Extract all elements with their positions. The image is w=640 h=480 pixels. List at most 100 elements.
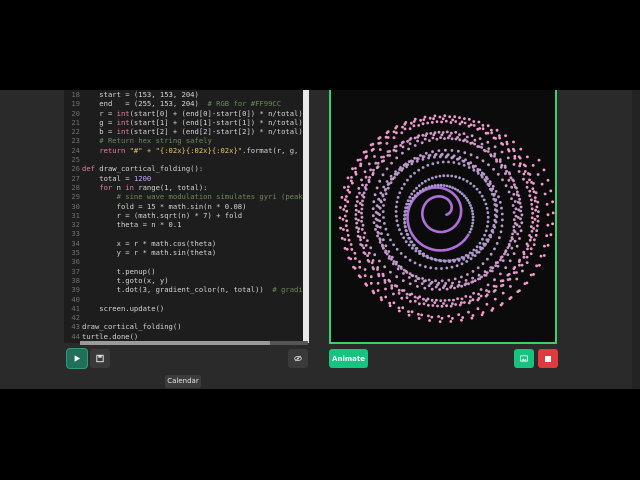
code-line[interactable]: 20 r = int(start[0] + (end[0]-start[0]) … [64,109,308,118]
spiral-dot [496,172,500,176]
toggle-visibility-button[interactable] [288,349,308,368]
code-lines[interactable]: 18 start = (153, 153, 204) 19 end = (255,… [64,90,308,341]
code-line[interactable]: 27 total = 1200 [64,174,308,183]
spiral-dot [350,176,353,179]
spiral-dot [523,170,527,173]
code-line[interactable]: 38 t.goto(x, y) [64,276,308,285]
editor-scrollbar[interactable] [303,90,309,343]
code-line[interactable]: 25 [64,155,308,164]
animate-button[interactable]: Animate [329,349,368,368]
spiral-dot [498,158,502,162]
code-line[interactable]: 40 [64,295,308,304]
code-line[interactable]: 29 # sine wave modulation simulates gyri… [64,192,308,201]
spiral-dot [476,266,480,270]
spiral-dot [395,275,399,279]
code-line[interactable]: 35 y = r * math.sin(theta) [64,248,308,257]
spiral-dot [454,120,458,123]
spiral-dot [400,267,403,270]
spiral-dot [400,296,404,300]
code-line[interactable]: 18 start = (153, 153, 204) [64,90,308,99]
spiral-dot [416,191,419,195]
code-line[interactable]: 26 def draw_cortical_folding(): [64,164,308,173]
code-line[interactable]: 36 [64,257,308,266]
spiral-dot [498,136,502,140]
spiral-dot [413,299,417,303]
spiral-dot [460,297,464,301]
spiral-dot [450,156,454,160]
code-line[interactable]: 33 [64,229,308,238]
spiral-dot [447,298,451,302]
code-line[interactable]: 28 for n in range(1, total): [64,183,308,192]
code-line[interactable]: 37 t.penup() [64,267,308,276]
stop-button[interactable] [538,349,558,368]
spiral-dot [407,276,411,279]
spiral-dot [396,196,400,199]
code-line[interactable]: 34 x = r * math.cos(theta) [64,239,308,248]
spiral-dot [433,184,437,187]
spiral-dot [395,247,399,251]
code-token: start = (153, 153, 204) [82,90,199,99]
spiral-dot [363,252,367,256]
code-line[interactable]: 31 r = (math.sqrt(n) * 7) + fold [64,211,308,220]
image-icon [520,355,528,362]
spiral-dot [383,198,386,201]
spiral-dot [386,186,390,190]
spiral-dot [512,225,516,229]
spiral-dot [380,232,383,236]
code-editor[interactable]: 18 start = (153, 153, 204) 19 end = (255,… [64,90,308,343]
spiral-dot [405,165,408,169]
save-button[interactable] [90,349,110,368]
code-line[interactable]: 42 [64,313,308,322]
spiral-dot [481,246,484,250]
spiral-dot [417,168,421,172]
spiral-dot [414,279,417,283]
code-token: end = (255, 153, 204) [82,99,208,109]
spiral-dot [365,283,369,287]
code-line[interactable]: 22 b = int(start[2] + (end[2]-start[2]) … [64,127,308,136]
spiral-dot [501,279,505,283]
code-line[interactable]: 21 g = int(start[1] + (end[1]-start[1]) … [64,118,308,127]
spiral-dot [471,276,474,280]
right-scrollbar[interactable] [632,90,640,389]
spiral-dot [421,158,425,161]
code-line[interactable]: 43 draw_cortical_folding() [64,322,308,331]
scrollbar-thumb[interactable] [80,341,270,345]
code-line[interactable]: 23 # Return hex string safely [64,136,308,145]
line-number: 24 [71,145,80,155]
code-line[interactable]: 41 screen.update() [64,304,308,313]
spiral-dot [428,139,431,142]
line-number: 40 [71,294,80,304]
code-line[interactable]: 19 end = (255, 153, 204) # RGB for #FF99… [64,99,308,108]
spiral-dot [435,298,438,302]
code-line[interactable]: 24 return "#" + "{:02x}{:02x}{:02x}".for… [64,146,308,155]
spiral-dot [402,272,405,275]
spiral-dot [417,184,421,187]
spiral-dot [357,210,361,214]
run-button[interactable] [67,349,87,368]
spiral-dot [424,179,427,183]
export-image-button[interactable] [514,349,534,368]
spiral-dot [424,186,428,190]
spiral-dot [462,256,466,259]
spiral-dot [381,173,385,177]
code-line[interactable]: 44 turtle.done() [64,332,308,341]
spiral-dot [518,289,521,292]
spiral-dot [476,145,480,148]
spiral-dot [519,205,523,209]
spiral-dot [477,297,481,300]
line-number: 19 [71,99,80,109]
spiral-dot [394,205,398,209]
code-line[interactable]: 32 theta = n * 0.1 [64,220,308,229]
code-line[interactable]: 39 t.dot(3, gradient_color(n, total)) # … [64,285,308,294]
code-line[interactable]: 30 fold = 15 * math.sin(n * 0.08) [64,202,308,211]
spiral-dot [492,197,496,201]
spiral-dot [444,155,448,159]
spiral-dot [383,281,387,284]
horizontal-scrollbar[interactable] [80,341,308,345]
spiral-dot [450,131,453,135]
spiral-dot [376,281,380,285]
spiral-dot [388,301,392,305]
spiral-dot [383,265,387,269]
line-number: 32 [71,220,80,230]
